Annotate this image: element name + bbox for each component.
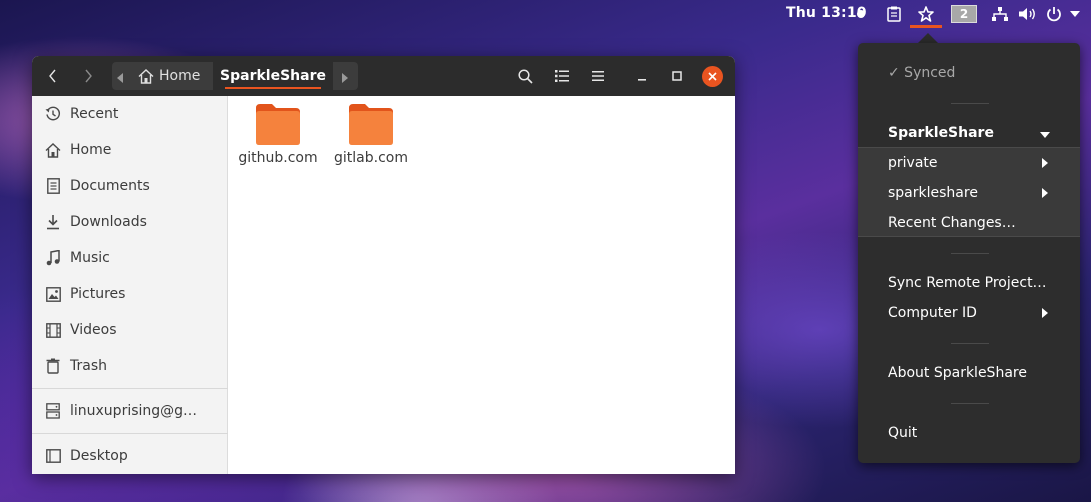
chevron-down-icon (1040, 132, 1050, 138)
folder-item[interactable]: github.com (231, 102, 325, 182)
menu-status-synced: ✓ Synced (888, 65, 956, 81)
back-button[interactable] (38, 64, 66, 88)
sidebar-item-videos[interactable]: Videos (32, 312, 228, 348)
download-icon (44, 213, 62, 231)
sparkleshare-menu: ✓ Synced SparkleShare private sparklesha… (858, 43, 1080, 463)
menu-button[interactable] (584, 64, 612, 88)
picture-icon (44, 285, 62, 303)
sidebar-item-label: Videos (70, 322, 117, 338)
header-bar: Home SparkleShare (32, 56, 735, 96)
sidebar-item-label: linuxuprising@g… (70, 403, 198, 419)
sidebar-item-label: Pictures (70, 286, 126, 302)
sidebar-divider (32, 388, 228, 389)
menu-app-title[interactable]: SparkleShare (888, 123, 994, 143)
network-icon[interactable] (990, 4, 1010, 24)
folder-label: github.com (238, 150, 318, 166)
minimize-icon (638, 79, 646, 81)
minimize-button[interactable] (628, 64, 656, 88)
menu-item-sync-remote-project[interactable]: Sync Remote Project… (888, 273, 1047, 293)
sidebar-item-label: Recent (70, 106, 119, 122)
places-sidebar: Recent Home Documents Downloads Music Pi… (32, 96, 228, 474)
video-icon (44, 321, 62, 339)
music-icon (44, 249, 62, 267)
sidebar-item-pictures[interactable]: Pictures (32, 276, 228, 312)
menu-separator (951, 253, 989, 254)
home-icon (138, 68, 154, 84)
workspace-indicator[interactable]: 2 (951, 5, 977, 23)
sidebar-item-music[interactable]: Music (32, 240, 228, 276)
file-view: github.com gitlab.com (229, 96, 735, 474)
top-panel: Thu 13:10 2 (0, 0, 1091, 28)
path-scroll-right-icon[interactable] (341, 69, 349, 88)
sparkleshare-icon[interactable] (915, 4, 937, 24)
path-bar: Home SparkleShare (112, 62, 358, 90)
menu-separator (951, 403, 989, 404)
sidebar-item-label: Documents (70, 178, 150, 194)
folder-icon (349, 104, 393, 145)
folder-item[interactable]: gitlab.com (324, 102, 418, 182)
power-icon[interactable] (1044, 4, 1064, 24)
clock-icon (44, 105, 62, 123)
sidebar-item-trash[interactable]: Trash (32, 348, 228, 384)
menu-item-quit[interactable]: Quit (888, 423, 917, 443)
sidebar-item-desktop[interactable]: Desktop (32, 438, 228, 474)
menu-item-sparkleshare[interactable]: sparkleshare (888, 183, 978, 203)
sidebar-item-network-account[interactable]: linuxuprising@g… (32, 393, 228, 429)
menu-separator (951, 103, 989, 104)
sidebar-divider (32, 433, 228, 434)
search-button[interactable] (511, 64, 539, 88)
sidebar-item-label: Downloads (70, 214, 147, 230)
clipboard-icon[interactable] (885, 4, 903, 24)
path-current-folder[interactable]: SparkleShare (213, 62, 333, 90)
file-manager-window: Home SparkleShare Recent Home Documents … (32, 56, 735, 474)
close-icon (708, 72, 717, 81)
sidebar-item-recent[interactable]: Recent (32, 96, 228, 132)
folder-label: gitlab.com (334, 150, 408, 166)
sidebar-item-label: Home (70, 142, 112, 158)
active-indicator (910, 25, 942, 28)
clock[interactable]: Thu 13:10 (786, 5, 867, 21)
forward-button[interactable] (74, 64, 102, 88)
menu-pointer (918, 33, 938, 43)
chevron-right-icon (1042, 158, 1048, 168)
menu-item-about[interactable]: About SparkleShare (888, 363, 1027, 383)
sidebar-item-label: Trash (70, 358, 107, 374)
hamburger-icon (592, 71, 604, 81)
menu-item-computer-id[interactable]: Computer ID (888, 303, 977, 323)
view-list-button[interactable] (548, 64, 576, 88)
maximize-icon (672, 71, 682, 81)
close-button[interactable] (702, 66, 723, 87)
sidebar-item-label: Desktop (70, 448, 128, 464)
sidebar-item-home[interactable]: Home (32, 132, 228, 168)
home-icon (44, 141, 62, 159)
sidebar-item-label: Music (70, 250, 110, 266)
menu-item-private[interactable]: private (888, 153, 938, 173)
maximize-button[interactable] (663, 64, 691, 88)
chevron-right-icon (1042, 308, 1048, 318)
network-drive-icon (44, 402, 62, 420)
sidebar-item-documents[interactable]: Documents (32, 168, 228, 204)
chevron-right-icon (1042, 188, 1048, 198)
menu-separator (951, 343, 989, 344)
document-icon (44, 177, 62, 195)
path-home-label: Home (159, 68, 201, 84)
notification-dot-icon (857, 10, 865, 18)
desktop-icon (44, 447, 62, 465)
menu-item-recent-changes[interactable]: Recent Changes… (888, 213, 1016, 233)
search-icon (517, 68, 533, 84)
folder-icon (256, 104, 300, 145)
chevron-down-icon[interactable] (1068, 4, 1082, 24)
list-view-icon (555, 70, 569, 82)
trash-icon (44, 357, 62, 375)
sidebar-item-downloads[interactable]: Downloads (32, 204, 228, 240)
path-home-button[interactable]: Home (138, 62, 200, 90)
volume-icon[interactable] (1018, 4, 1038, 24)
path-scroll-left-icon[interactable] (116, 69, 124, 88)
